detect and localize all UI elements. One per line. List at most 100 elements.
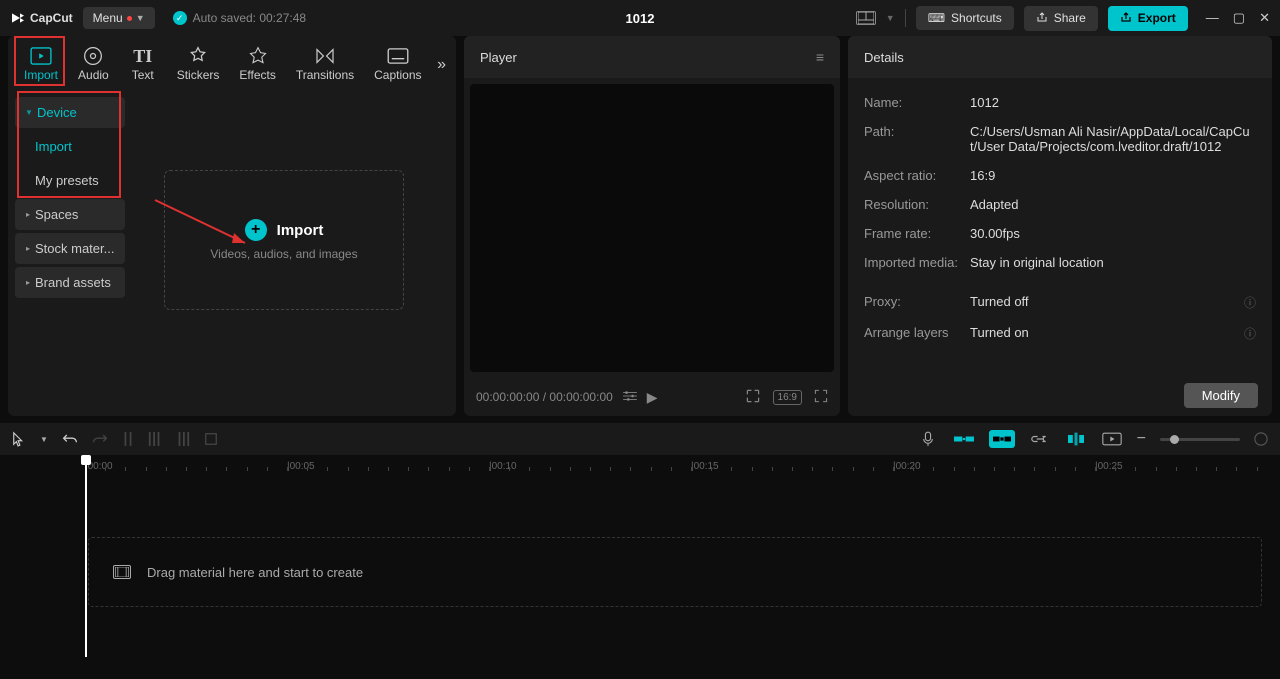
detail-framerate-label: Frame rate: (864, 226, 970, 241)
tab-audio[interactable]: Audio (68, 42, 119, 86)
app-logo: CapCut (10, 10, 73, 26)
fullscreen-icon[interactable] (814, 389, 828, 406)
layout-icon[interactable] (856, 11, 876, 25)
detail-arrange-label: Arrange layers (864, 325, 970, 342)
cursor-tool[interactable] (12, 431, 26, 447)
zoom-out-icon[interactable]: − (1137, 430, 1146, 448)
menu-button[interactable]: Menu ▼ (83, 7, 155, 29)
sidebar-item-spaces[interactable]: ▸ Spaces (15, 199, 125, 230)
split-right-tool[interactable] (176, 431, 190, 447)
media-tabs: Import Audio TI Text Stickers (8, 38, 456, 90)
player-menu-icon[interactable]: ≡ (816, 49, 824, 65)
player-viewport[interactable] (470, 84, 834, 372)
timeline-ruler[interactable]: |00:00 |00:05 |00:10 |00:15 |00:20 |00:2… (0, 457, 1280, 481)
ruler-tick: |00:05 (287, 461, 315, 472)
titlebar: CapCut Menu ▼ ✓ Auto saved: 00:27:48 101… (0, 0, 1280, 36)
details-title: Details (864, 50, 904, 65)
minimize-button[interactable]: — (1206, 10, 1219, 26)
sidebar-item-brand[interactable]: ▸ Brand assets (15, 267, 125, 298)
snap-icon[interactable] (1065, 431, 1087, 447)
magnet-icon[interactable] (989, 430, 1015, 448)
close-button[interactable]: ✕ (1259, 10, 1270, 26)
import-tab-icon (30, 46, 52, 66)
modify-button[interactable]: Modify (1184, 383, 1258, 408)
import-dropzone[interactable]: + Import Videos, audios, and images (164, 170, 404, 310)
sidebar-item-my-presets[interactable]: My presets (15, 165, 125, 196)
caret-right-icon: ▸ (25, 278, 31, 287)
media-sidebar: ▼ Device Import My presets ▸ Spaces ▸ St… (8, 90, 128, 416)
playhead[interactable] (85, 457, 87, 657)
preview-icon[interactable] (1101, 431, 1123, 447)
timeline-tracks[interactable]: Drag material here and start to create (0, 481, 1280, 661)
delete-tool[interactable] (204, 432, 218, 446)
sidebar-item-stock[interactable]: ▸ Stock mater... (15, 233, 125, 264)
drop-track[interactable]: Drag material here and start to create (88, 537, 1262, 607)
app-name: CapCut (30, 11, 73, 25)
detail-framerate-value: 30.00fps (970, 226, 1256, 241)
ruler-tick: |00:25 (1095, 461, 1123, 472)
sidebar-item-device[interactable]: ▼ Device (15, 97, 125, 128)
export-button[interactable]: Export (1108, 6, 1188, 31)
media-content: + Import Videos, audios, and images (128, 90, 456, 416)
split-tool[interactable] (122, 431, 134, 447)
tab-effects[interactable]: Effects (229, 42, 285, 86)
detail-resolution-value: Adapted (970, 197, 1256, 212)
zoom-slider[interactable] (1160, 438, 1240, 441)
tab-import[interactable]: Import (14, 42, 68, 86)
detail-path-label: Path: (864, 124, 970, 154)
info-icon[interactable]: ⓘ (1244, 294, 1256, 311)
player-header: Player ≡ (464, 36, 840, 78)
maximize-button[interactable]: ▢ (1233, 10, 1245, 26)
captions-tab-icon (387, 46, 409, 66)
share-button[interactable]: Share (1024, 6, 1098, 31)
magnet-start-icon[interactable] (953, 431, 975, 447)
caret-down-icon: ▼ (25, 108, 31, 117)
player-settings-icon[interactable] (623, 390, 637, 405)
zoom-in-icon[interactable] (1254, 432, 1268, 446)
audio-tab-icon (83, 46, 103, 66)
detail-proxy-label: Proxy: (864, 294, 970, 311)
project-title: 1012 (626, 11, 655, 26)
detail-aspect-label: Aspect ratio: (864, 168, 970, 183)
ruler-tick: |00:15 (691, 461, 719, 472)
text-tab-icon: TI (133, 46, 152, 66)
play-button[interactable]: ▶ (647, 389, 658, 406)
link-icon[interactable] (1029, 431, 1051, 447)
sidebar-item-import[interactable]: Import (15, 131, 125, 162)
stickers-tab-icon (188, 46, 208, 66)
info-icon[interactable]: ⓘ (1244, 325, 1256, 342)
crop-icon[interactable] (745, 388, 761, 407)
more-tabs-icon[interactable]: » (437, 56, 446, 74)
ruler-tick: |00:20 (893, 461, 921, 472)
transitions-tab-icon (315, 46, 335, 66)
layout-dropdown-icon[interactable]: ▼ (886, 13, 895, 23)
detail-proxy-value: Turned off (970, 294, 1244, 311)
check-icon: ✓ (173, 11, 187, 25)
keyboard-icon: ⌨ (928, 11, 945, 25)
redo-button[interactable] (92, 432, 108, 446)
detail-aspect-value: 16:9 (970, 168, 1256, 183)
tab-transitions[interactable]: Transitions (286, 42, 364, 86)
effects-tab-icon (248, 46, 268, 66)
ratio-badge[interactable]: 16:9 (773, 390, 802, 405)
timeline: ▼ (0, 423, 1280, 661)
detail-path-value: C:/Users/Usman Ali Nasir/AppData/Local/C… (970, 124, 1256, 154)
caret-right-icon: ▸ (25, 210, 31, 219)
tab-stickers[interactable]: Stickers (167, 42, 230, 86)
undo-button[interactable] (62, 432, 78, 446)
share-icon (1036, 11, 1048, 26)
detail-imported-label: Imported media: (864, 255, 970, 270)
tab-text[interactable]: TI Text (119, 42, 167, 86)
drop-hint-text: Drag material here and start to create (147, 565, 363, 580)
caret-right-icon: ▸ (25, 244, 31, 253)
detail-resolution-label: Resolution: (864, 197, 970, 212)
tab-captions[interactable]: Captions (364, 42, 431, 86)
mic-icon[interactable] (917, 431, 939, 447)
cursor-tool-dropdown[interactable]: ▼ (40, 435, 48, 444)
film-icon (113, 565, 131, 579)
timeline-toolbar: ▼ (0, 423, 1280, 455)
shortcuts-button[interactable]: ⌨ Shortcuts (916, 6, 1014, 30)
detail-arrange-value: Turned on (970, 325, 1244, 342)
split-left-tool[interactable] (148, 431, 162, 447)
import-subtext: Videos, audios, and images (210, 247, 357, 261)
